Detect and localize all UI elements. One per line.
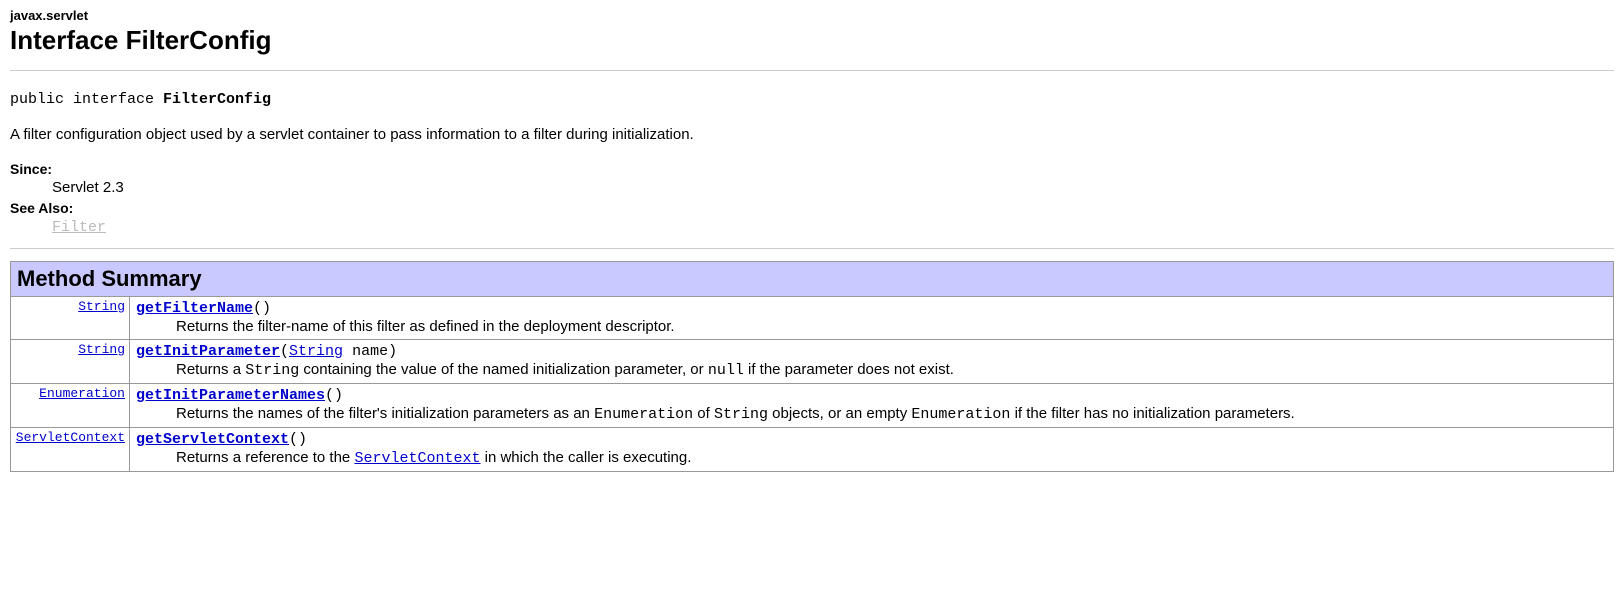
desc-type-link[interactable]: ServletContext	[354, 450, 480, 467]
method-name-link[interactable]: getInitParameterNames	[136, 387, 325, 404]
method-row: StringgetInitParameter(String name)Retur…	[11, 340, 1614, 384]
return-type-link[interactable]: Enumeration	[39, 386, 125, 401]
sig-params: ()	[289, 431, 307, 448]
divider	[10, 248, 1614, 249]
method-summary-header: Method Summary	[11, 262, 1614, 297]
signature-cell: getServletContext()Returns a reference t…	[130, 428, 1614, 472]
seealso-link[interactable]: Filter	[52, 219, 106, 236]
method-name-link[interactable]: getInitParameter	[136, 343, 280, 360]
since-value: Servlet 2.3	[52, 179, 1614, 196]
code-inline: null	[708, 362, 744, 379]
seealso-value: Filter	[52, 218, 1614, 236]
return-type-cell: Enumeration	[11, 384, 130, 428]
sig-open: (	[280, 343, 289, 360]
method-description: Returns a String containing the value of…	[176, 361, 1607, 379]
tag-list: Since: Servlet 2.3 See Also: Filter	[10, 161, 1614, 236]
signature-cell: getFilterName()Returns the filter-name o…	[130, 297, 1614, 340]
interface-title: Interface FilterConfig	[10, 25, 1614, 56]
code-inline: Enumeration	[594, 406, 693, 423]
signature-cell: getInitParameterNames()Returns the names…	[130, 384, 1614, 428]
method-row: ServletContextgetServletContext()Returns…	[11, 428, 1614, 472]
code-inline: Enumeration	[911, 406, 1010, 423]
sig-rest: name)	[343, 343, 397, 360]
return-type-link[interactable]: String	[78, 299, 125, 314]
decl-prefix: public interface	[10, 91, 163, 108]
decl-name: FilterConfig	[163, 91, 271, 108]
interface-declaration: public interface FilterConfig	[10, 91, 1614, 108]
divider	[10, 70, 1614, 71]
return-type-cell: String	[11, 297, 130, 340]
sig-params: ()	[253, 300, 271, 317]
method-row: EnumerationgetInitParameterNames()Return…	[11, 384, 1614, 428]
method-row: String getFilterName()Returns the filter-…	[11, 297, 1614, 340]
method-name-link[interactable]: getFilterName	[136, 300, 253, 317]
method-description: Returns the names of the filter's initia…	[176, 405, 1607, 423]
package-name: javax.servlet	[10, 8, 1614, 23]
code-inline: String	[714, 406, 768, 423]
interface-description: A filter configuration object used by a …	[10, 126, 1614, 143]
method-description: Returns the filter-name of this filter a…	[176, 318, 1607, 335]
param-type-link[interactable]: String	[289, 343, 343, 360]
seealso-label: See Also:	[10, 200, 1614, 216]
signature-cell: getInitParameter(String name)Returns a S…	[130, 340, 1614, 384]
method-summary-table: Method Summary StringgetFilterName()Retu…	[10, 261, 1614, 472]
return-type-link[interactable]: String	[78, 342, 125, 357]
method-description: Returns a reference to the ServletContex…	[176, 449, 1607, 467]
return-type-link[interactable]: ServletContext	[16, 430, 125, 445]
return-type-cell: String	[11, 340, 130, 384]
sig-params: ()	[325, 387, 343, 404]
method-name-link[interactable]: getServletContext	[136, 431, 289, 448]
return-type-cell: ServletContext	[11, 428, 130, 472]
code-inline: String	[245, 362, 299, 379]
since-label: Since:	[10, 161, 1614, 177]
